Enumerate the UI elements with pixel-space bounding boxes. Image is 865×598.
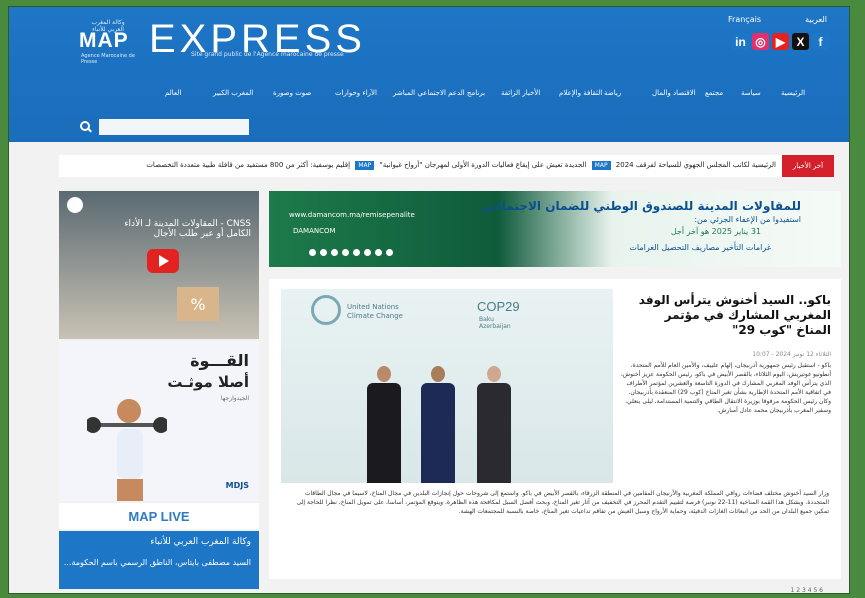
featured-article: United Nations Climate Change COP29 Baku… [269, 279, 841, 579]
ticker-map-badge: MAP [355, 161, 375, 170]
ticker-text[interactable]: الرئيسية لكاتب المجلس الجهوي للسياحة لفر… [146, 161, 776, 170]
nav-item[interactable]: سياسة [741, 89, 761, 97]
ad2-brand: MDJS [225, 481, 249, 490]
nav-item[interactable]: الرئيسية [781, 89, 805, 97]
ticker-item[interactable]: إقليم يوسفية: أكثر من 800 مستفيد من قافل… [146, 161, 350, 169]
youtube-play-icon[interactable] [147, 249, 179, 273]
pagination[interactable]: 1 2 3 4 5 6 [791, 587, 823, 593]
ticker-item[interactable]: الرئيسية لكاتب المجلس الجهوي للسياحة لفر… [616, 161, 776, 169]
site-header: وكالة المغرب العربي للأنباء MAP Agence M… [9, 7, 849, 142]
agency-box: وكالة المغرب العربي للأنباء السيد مصطفى … [59, 531, 259, 589]
lang-ar-link[interactable]: العربية [805, 15, 827, 24]
un-climate-text: United Nations Climate Change [347, 303, 403, 320]
lang-fr-link[interactable]: Français [728, 15, 761, 24]
breaking-news-ticker: آخر الأخبار الرئيسية لكاتب المجلس الجهوي… [59, 155, 834, 177]
percent-badge: % [177, 287, 219, 321]
agency-title: وكالة المغرب العربي للأنباء [150, 537, 251, 547]
logo-map-word: MAP [79, 29, 129, 52]
channel-avatar [67, 197, 83, 213]
nav-item[interactable]: المغرب الكبير [213, 89, 253, 97]
cnss-ad-banner[interactable]: للمقاولات المدينة للصندوق الوطني للضمان … [269, 191, 841, 267]
ad2-line1: القـــوة [190, 351, 249, 370]
agency-text[interactable]: السيد مصطفى بايتاس، الناطق الرسمي باسم ا… [64, 557, 251, 568]
ticker-label: آخر الأخبار [782, 155, 834, 177]
logo-crown-text: وكالة المغرب العربي للأنباء [91, 19, 125, 33]
person-figure [421, 366, 455, 483]
map-logo: وكالة المغرب العربي للأنباء MAP Agence M… [79, 19, 137, 65]
ad-title: للمقاولات المدينة للصندوق الوطني للضمان … [481, 199, 801, 213]
x-icon[interactable]: X [792, 33, 809, 50]
video-title: CNSS - المقاولات المدينة لـ الأداء الكام… [124, 219, 251, 239]
cnss-video[interactable]: CNSS - المقاولات المدينة لـ الأداء الكام… [59, 191, 259, 339]
nav-item[interactable]: مجتمع [705, 89, 723, 97]
ticker-item[interactable]: الجديدة تعيش على إيقاع فعاليات الدورة ال… [379, 161, 586, 169]
site-tagline: Site grand public de l'Agence marocaine … [191, 51, 344, 58]
article-body-continued: وزار السيد أخنوش مختلف فضاءات رواقي المم… [296, 490, 829, 515]
instagram-icon[interactable]: ◎ [752, 33, 769, 50]
mdjs-ad[interactable]: القـــوة أصلا موثـت الجيدوارجها MDJS [59, 341, 259, 501]
ad-subtitle: استفيدوا من الإعفاء الجزئي من: [694, 215, 801, 224]
article-body: باكو - استقبل رئيس جمهورية أذربيجان، إله… [620, 362, 831, 414]
cop29-sub: Baku Azerbaijan [479, 316, 511, 330]
ad2-line3: الجيدوارجها [220, 395, 249, 402]
map-live-link[interactable]: MAP LIVE [59, 503, 259, 529]
main-nav: الرئيسية سياسة مجتمع الاقتصاد والمال رياضة ال… [9, 89, 849, 105]
nav-item[interactable]: العالم [165, 89, 181, 97]
sidebar: CNSS - المقاولات المدينة لـ الأداء الكام… [59, 191, 259, 589]
nav-item[interactable]: الاقتصاد والمال [652, 89, 696, 97]
article-image[interactable]: United Nations Climate Change COP29 Baku… [281, 289, 613, 483]
search-input[interactable] [99, 119, 249, 135]
browser-frame: وكالة المغرب العربي للأنباء MAP Agence M… [8, 6, 850, 594]
nav-item[interactable]: الآراء وحوارات [335, 89, 377, 97]
ticker-map-badge: MAP [591, 161, 611, 170]
cop29-label: COP29 [477, 299, 520, 314]
ad2-line2: أصلا موثـت [167, 373, 249, 391]
nav-item[interactable]: رياضة [604, 89, 621, 97]
ad-brand: DAMANCOM [293, 227, 336, 235]
ad-deadline: 31 يناير 2025 هو آخر أجل [670, 227, 761, 236]
un-climate-logo: United Nations Climate Change [311, 295, 403, 333]
person-figure [477, 366, 511, 483]
person-figure [367, 366, 401, 483]
article-date: الثلاثاء 12 نونبر 2024 - 10:07 [752, 351, 831, 358]
ad-website: www.damancom.ma/remisepenalite [289, 211, 415, 219]
athlete-image [87, 399, 167, 501]
nav-item[interactable]: الأخبار الزائفة [501, 89, 540, 97]
nav-item[interactable]: الثقافة والإعلام [559, 89, 602, 97]
nav-item[interactable]: برنامج الدعم الاجتماعي المباشر [393, 89, 485, 97]
ad-pills: غرامات التأخير مصاريف التحصيل الغرامات [629, 243, 771, 252]
article-title[interactable]: باكو.. السيد أخنوش يترأس الوفد المغربي ا… [631, 293, 831, 338]
ad-social-dots [309, 249, 393, 256]
search-icon[interactable] [79, 120, 93, 134]
facebook-icon[interactable]: f [812, 33, 829, 50]
un-logo-icon [311, 295, 341, 325]
youtube-icon[interactable]: ▶ [772, 33, 789, 50]
linkedin-icon[interactable]: in [732, 33, 749, 50]
logo-under-text: Agence Marocaine de Presse [81, 53, 135, 65]
nav-item[interactable]: صوت وصورة [273, 89, 311, 97]
search-bar [79, 119, 249, 135]
social-links: in ◎ ▶ Xf [732, 33, 829, 50]
